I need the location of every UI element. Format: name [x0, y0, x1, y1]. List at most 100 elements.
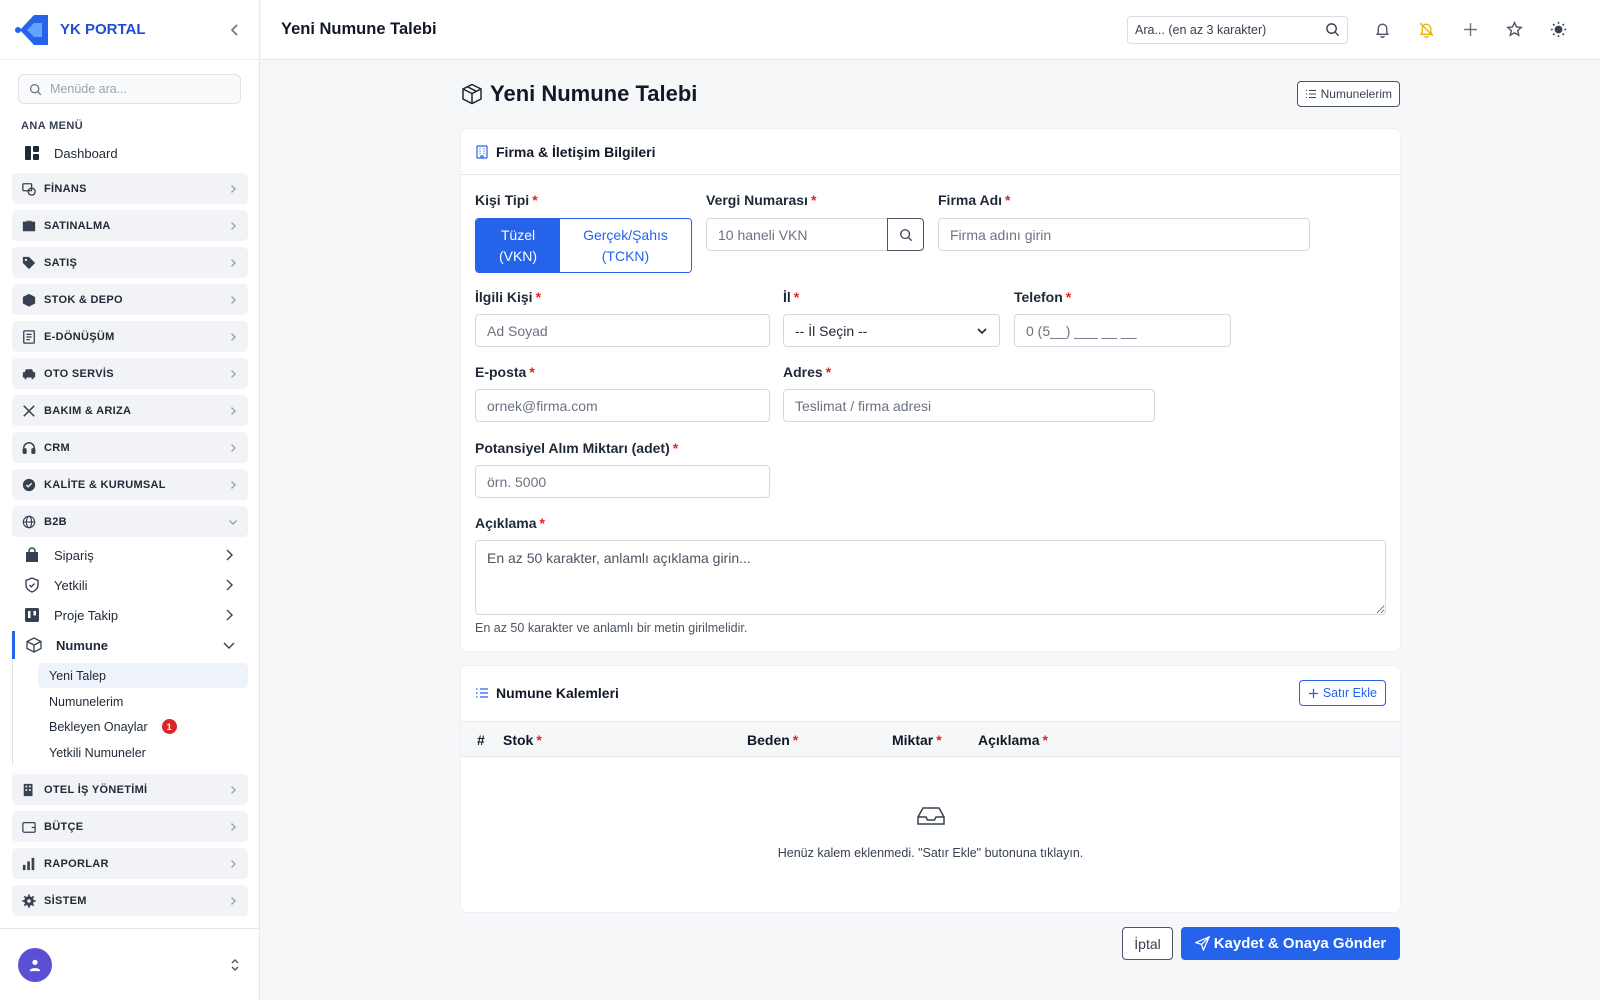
search-icon [29, 83, 42, 95]
sidebar-item-dashboard[interactable]: Dashboard [12, 140, 247, 166]
contact-person-input[interactable] [475, 314, 770, 347]
email-input[interactable] [475, 389, 770, 422]
coins-icon [22, 182, 36, 196]
column-header-desc: Açıklama * [978, 732, 1048, 748]
sidebar-item-numunelerim[interactable]: Numunelerim [38, 689, 248, 714]
sidebar-item-proje-takip[interactable]: Proje Takip [12, 601, 248, 629]
receipt-icon [23, 329, 35, 344]
sidebar-item-label: Numunelerim [49, 694, 124, 709]
group-label: RAPORLAR [44, 857, 109, 870]
brand-bar: YK PORTAL [0, 0, 259, 60]
sidebar-item-label: Yetkili [54, 577, 88, 593]
person-type-real[interactable]: Gerçek/Şahıs (TCKN) [560, 219, 691, 272]
theme-toggle-button[interactable] [1536, 16, 1580, 44]
sidebar-group-crm[interactable]: CRM [12, 432, 248, 463]
column-header-text: Miktar [892, 732, 934, 748]
person-type-toggle: Tüzel (VKN) Gerçek/Şahıs (TCKN) [475, 218, 692, 273]
option-line: (VKN) [498, 247, 538, 264]
group-label: CRM [44, 441, 70, 454]
global-search[interactable] [1127, 15, 1348, 44]
sidebar-group-oto-servis[interactable]: OTO SERVİS [12, 358, 248, 389]
phone-label: Telefon * [1014, 289, 1071, 305]
tax-number-input[interactable] [706, 218, 888, 251]
sidebar-group-satinalma[interactable]: SATINALMA [12, 210, 248, 241]
address-label: Adres * [783, 364, 831, 380]
group-label: FİNANS [44, 182, 87, 195]
submit-button[interactable]: Kaydet & Onaya Gönder [1181, 927, 1400, 960]
sidebar-group-raporlar[interactable]: RAPORLAR [12, 848, 248, 879]
company-name-input[interactable] [938, 218, 1310, 251]
sidebar-group-edonusum[interactable]: E-DÖNÜŞÜM [12, 321, 248, 352]
company-info-card: Firma & İletişim Bilgileri Kişi Tipi * Tü… [461, 129, 1400, 651]
sidebar-group-b2b[interactable]: B2B [12, 506, 248, 537]
label-text: Açıklama [475, 515, 537, 531]
menu-search-input[interactable] [50, 82, 230, 96]
address-input[interactable] [783, 389, 1155, 422]
column-header-text: Açıklama [978, 732, 1040, 748]
collapse-sidebar-icon[interactable] [225, 20, 245, 40]
globe-icon [22, 515, 36, 528]
sidebar-item-yetkili-numuneler[interactable]: Yetkili Numuneler [38, 740, 248, 765]
group-label: BÜTÇE [44, 820, 84, 833]
sidebar-item-bekleyen-onaylar[interactable]: Bekleyen Onaylar 1 [38, 714, 248, 739]
sidebar-item-yeni-talep[interactable]: Yeni Talep [38, 663, 248, 688]
page-title: Yeni Numune Talebi [490, 81, 698, 106]
required-mark: * [536, 732, 542, 748]
sidebar-group-sistem[interactable]: SİSTEM [12, 885, 248, 916]
sidebar-item-label: Bekleyen Onaylar [49, 719, 148, 734]
quick-add-button[interactable] [1448, 16, 1492, 44]
label-text: Firma Adı [938, 192, 1003, 208]
phone-input[interactable] [1014, 314, 1231, 347]
sidebar-item-numune[interactable]: Numune [12, 631, 248, 659]
sidebar-group-otel[interactable]: OTEL İŞ YÖNETİMİ [12, 774, 248, 805]
column-header-size: Beden * [747, 732, 798, 748]
add-row-button[interactable]: Satır Ekle [1298, 680, 1386, 706]
tag-icon [22, 256, 36, 269]
option-line: Tüzel [500, 226, 536, 243]
global-search-input[interactable] [1135, 22, 1325, 37]
search-icon[interactable] [1325, 22, 1340, 37]
required-mark: * [1042, 732, 1048, 748]
sidebar-item-label: Yeni Talep [49, 668, 107, 683]
card-title: Firma & İletişim Bilgileri [496, 143, 656, 160]
car-icon [22, 368, 36, 379]
sidebar-group-finans[interactable]: FİNANS [12, 173, 248, 204]
favorites-button[interactable] [1492, 16, 1536, 44]
my-samples-button[interactable]: Numunelerim [1296, 81, 1400, 107]
avatar[interactable] [18, 947, 52, 982]
sidebar-item-yetkili[interactable]: Yetkili [12, 571, 248, 599]
brand-logo-icon[interactable] [14, 13, 50, 47]
box-icon [462, 83, 482, 105]
chevron-right-icon [226, 609, 233, 621]
brand-name[interactable]: YK PORTAL [60, 21, 225, 38]
description-hint: En az 50 karakter ve anlamlı bir metin g… [475, 621, 748, 635]
sidebar-group-butce[interactable]: BÜTÇE [12, 811, 248, 842]
user-menu[interactable] [0, 928, 260, 1000]
quantity-input[interactable] [475, 465, 770, 498]
count-badge: 1 [161, 719, 177, 734]
tax-lookup-button[interactable] [887, 218, 924, 251]
card-header: Firma & İletişim Bilgileri [461, 129, 1400, 175]
notifications-off-button[interactable] [1404, 16, 1448, 44]
sidebar-group-bakim[interactable]: BAKIM & ARIZA [12, 395, 248, 426]
sidebar-group-satis[interactable]: SATIŞ [12, 247, 248, 278]
bar-chart-icon [22, 857, 35, 870]
empty-state: Henüz kalem eklenmedi. "Satır Ekle" buto… [461, 804, 1400, 860]
description-textarea[interactable] [475, 540, 1386, 615]
menu-search[interactable] [18, 74, 241, 104]
chevron-right-icon [231, 406, 236, 415]
topbar-title: Yeni Numune Talebi [281, 20, 437, 38]
person-type-legal[interactable]: Tüzel (VKN) [476, 219, 560, 272]
cancel-button[interactable]: İptal [1122, 927, 1173, 960]
notifications-button[interactable] [1360, 16, 1404, 44]
option-line: (TCKN) [601, 247, 650, 264]
sidebar-group-kalite[interactable]: KALİTE & KURUMSAL [12, 469, 248, 500]
sidebar-group-stok[interactable]: STOK & DEPO [12, 284, 248, 315]
star-icon [1505, 21, 1523, 37]
person-type-label: Kişi Tipi * [475, 192, 538, 208]
chevron-up-down-icon[interactable] [228, 958, 242, 972]
tools-icon [23, 404, 35, 417]
city-select[interactable]: -- İl Seçin -- [783, 314, 1000, 347]
add-row-label: Satır Ekle [1322, 686, 1377, 700]
sidebar-item-siparis[interactable]: Sipariş [12, 541, 248, 569]
